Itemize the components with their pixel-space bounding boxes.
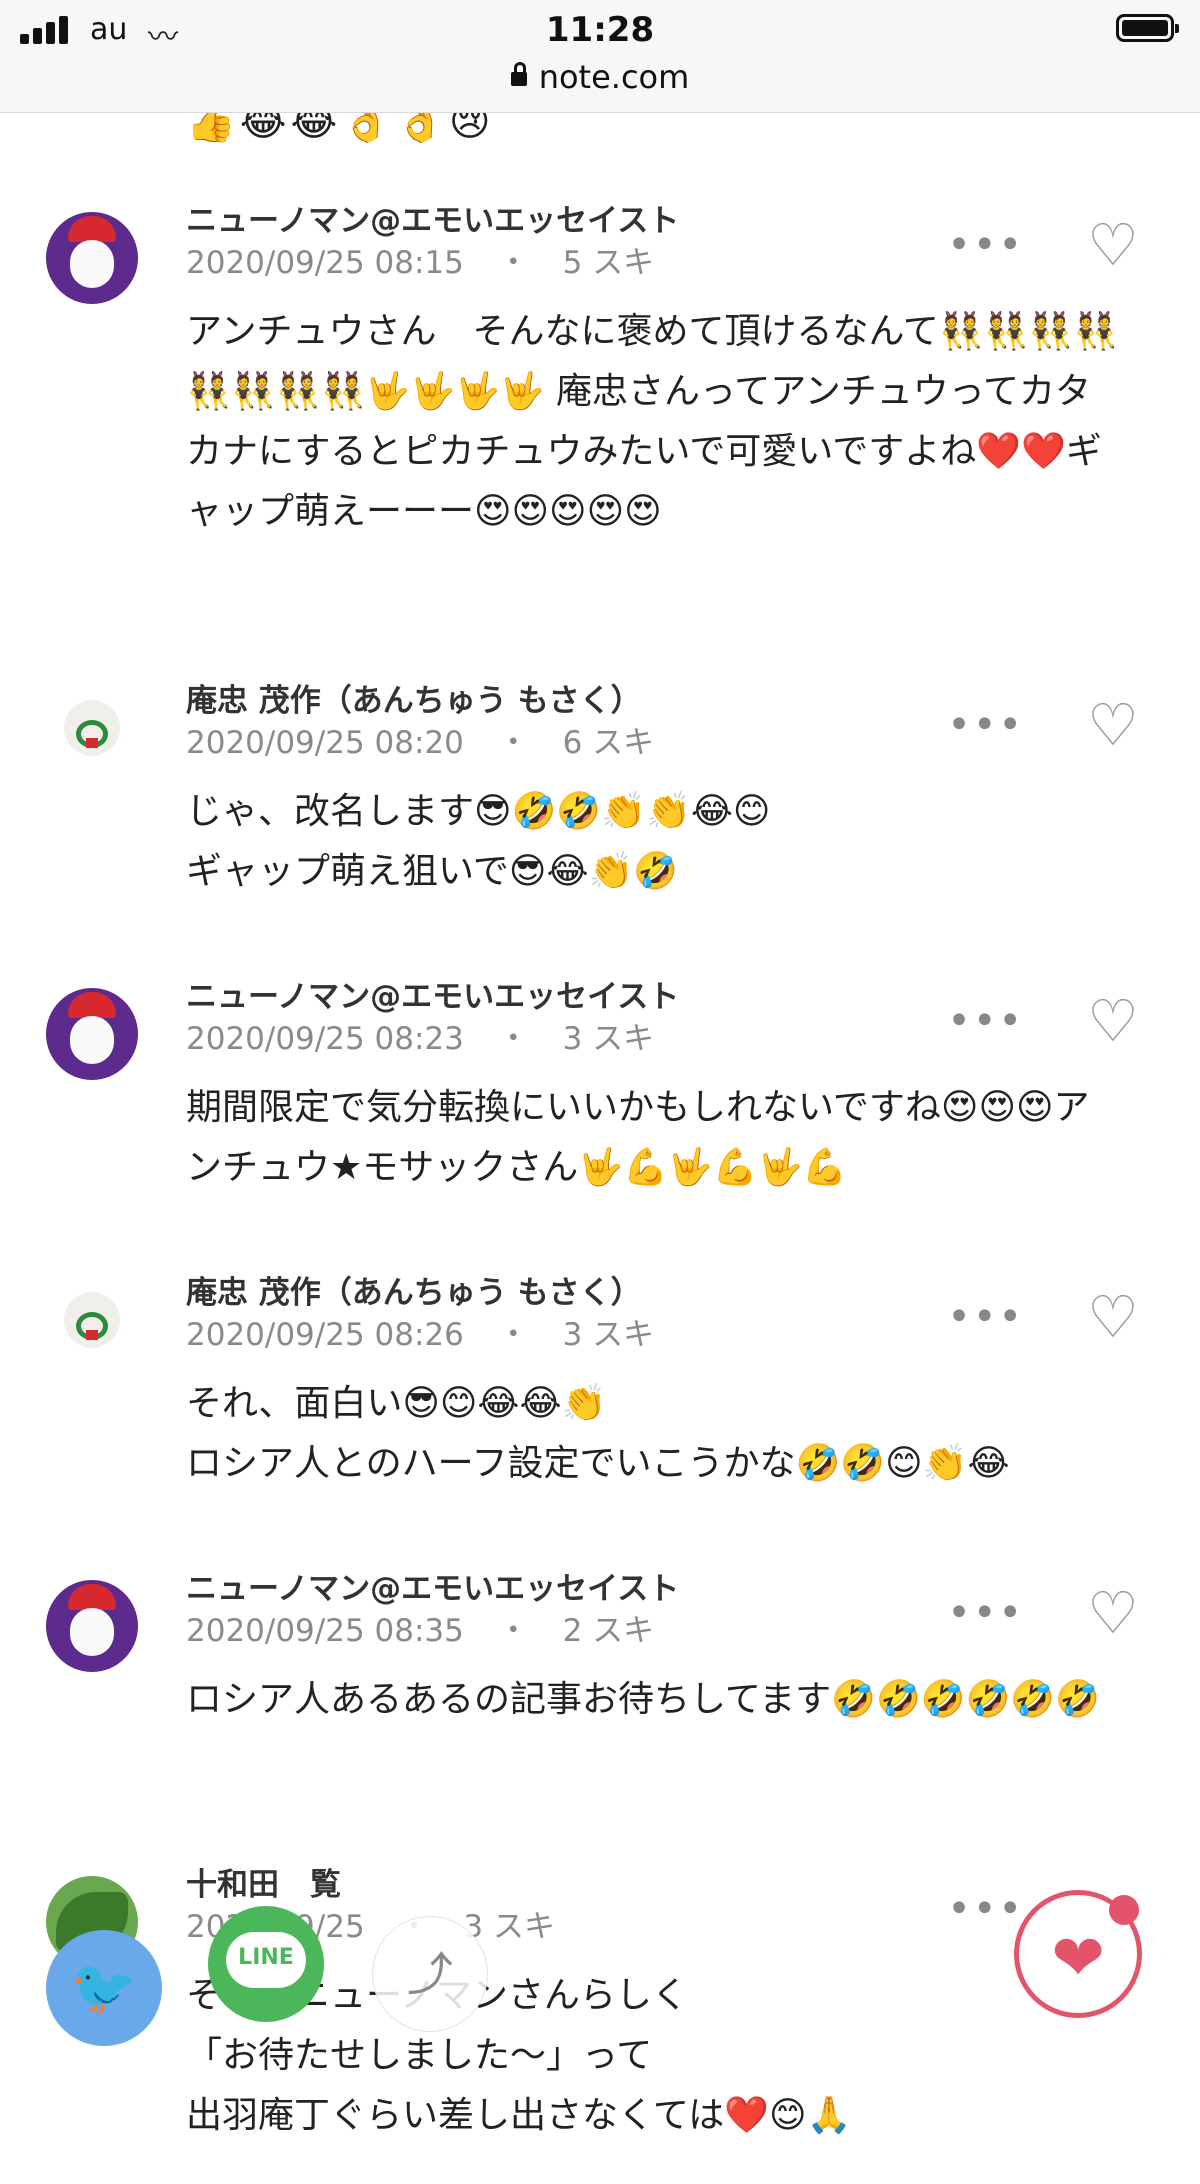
lock-icon: [510, 62, 527, 86]
like-badge: [1109, 1895, 1139, 1925]
share-button[interactable]: ⤴: [372, 1916, 488, 2032]
heart-icon[interactable]: ♡: [1078, 986, 1148, 1056]
comment-list: ニューノマン@エモいエッセイスト 2020/09/25 08:15 ・ 5 スキ…: [0, 200, 1200, 2184]
like-count: 5 スキ: [562, 245, 655, 281]
more-options-icon[interactable]: •••: [947, 1590, 1024, 1636]
browser-top-bar: au 〰 11:28 note.com: [0, 0, 1200, 113]
twitter-icon: 🐦: [70, 1956, 138, 2019]
heart-icon[interactable]: ♡: [1078, 690, 1148, 760]
comment-body: 期間限定で気分転換にいいかもしれないですね😍😍😍アンチュウ★モサックさん🤟💪🤟💪…: [186, 1087, 1090, 1188]
comment-date: 2020/09/25 08:35: [186, 1613, 464, 1649]
comment-body-line: それ、面白い😎😊😂😂👏: [186, 1383, 607, 1424]
more-options-icon[interactable]: •••: [947, 702, 1024, 748]
twitter-share-button[interactable]: 🐦: [46, 1930, 162, 2046]
comment-body: アンチュウさん そんなに褒めて頂けるなんて👯👯👯👯👯👯👯👯🤟🤟🤟🤟 庵忠さんって…: [186, 311, 1119, 532]
comment-body-line: じゃ、改名します😎🤣🤣👏👏😂😊: [186, 791, 771, 832]
avatar[interactable]: [64, 1292, 120, 1348]
comment-item: 十和田 覧 2020/09/25 ・ 3 スキ ••• それはニューノマンさんら…: [0, 1864, 1200, 2184]
address-bar[interactable]: note.com: [0, 58, 1200, 96]
comment-body-line: ギャップ萌え狙いで😎😂👏🤣: [186, 851, 679, 892]
url-text: note.com: [538, 58, 690, 96]
comment-date: 2020/09/25 08:26: [186, 1317, 464, 1353]
battery-icon: [1116, 14, 1179, 42]
like-count: 2 スキ: [562, 1613, 655, 1649]
comment-body-line: 出羽庵丁ぐらい差し出さなくては❤️😊🙏: [186, 2095, 852, 2136]
heart-icon[interactable]: ♡: [1078, 1578, 1148, 1648]
meta-separator: ・: [497, 725, 529, 761]
more-options-icon[interactable]: •••: [947, 1886, 1024, 1932]
comment-body: それ、面白い😎😊😂😂👏 ロシア人とのハーフ設定でいこうかな🤣🤣😊👏😂: [186, 1374, 1120, 1494]
share-icon: ⤴: [407, 1947, 453, 2001]
comment-body-line: ロシア人とのハーフ設定でいこうかな🤣🤣😊👏😂: [186, 1443, 1010, 1484]
avatar[interactable]: [46, 212, 138, 304]
more-options-icon[interactable]: •••: [947, 1294, 1024, 1340]
line-share-button[interactable]: LINE: [208, 1906, 324, 2022]
more-options-icon[interactable]: •••: [947, 998, 1024, 1044]
comment-body: それはニューノマンさんらしく 「お待たせしました〜」って 出羽庵丁ぐらい差し出さ…: [186, 1966, 1120, 2146]
comment-body: ロシア人あるあるの記事お待ちしてます🤣🤣🤣🤣🤣🤣: [186, 1679, 1101, 1720]
like-button[interactable]: ❤: [1014, 1890, 1142, 2018]
heart-filled-icon: ❤: [1051, 1922, 1105, 1996]
comment-item: ニューノマン@エモいエッセイスト 2020/09/25 08:35 ・ 2 スキ…: [0, 1568, 1200, 1864]
comment-date: 2020/09/25 08:15: [186, 245, 464, 281]
like-count: 3 スキ: [562, 1317, 655, 1353]
avatar[interactable]: [46, 988, 138, 1080]
avatar[interactable]: [46, 1580, 138, 1672]
comment-date: 2020/09/25 08:20: [186, 725, 464, 761]
avatar[interactable]: [64, 700, 120, 756]
meta-separator: ・: [497, 1613, 529, 1649]
comment-date: 2020/09/25 08:23: [186, 1021, 464, 1057]
more-options-icon[interactable]: •••: [947, 222, 1024, 268]
comment-item: ニューノマン@エモいエッセイスト 2020/09/25 08:23 ・ 3 スキ…: [0, 976, 1200, 1272]
meta-separator: ・: [497, 1317, 529, 1353]
comment-body-line: 「お待たせしました〜」って: [186, 2035, 653, 2076]
like-count: 6 スキ: [562, 725, 655, 761]
clock: 11:28: [545, 10, 655, 50]
meta-separator: ・: [497, 1021, 529, 1057]
heart-icon[interactable]: ♡: [1078, 210, 1148, 280]
heart-icon[interactable]: ♡: [1078, 1282, 1148, 1352]
comment-body: じゃ、改名します😎🤣🤣👏👏😂😊 ギャップ萌え狙いで😎😂👏🤣: [186, 782, 1120, 902]
meta-separator: ・: [497, 245, 529, 281]
comment-body-line: それはニューノマンさんらしく: [186, 1966, 1120, 2026]
like-count: 3 スキ: [562, 1021, 655, 1057]
comment-item: ニューノマン@エモいエッセイスト 2020/09/25 08:15 ・ 5 スキ…: [0, 200, 1200, 680]
line-icon-label: LINE: [238, 1945, 294, 1970]
comment-item: 庵忠 茂作（あんちゅう もさく） 2020/09/25 08:20 ・ 6 スキ…: [0, 680, 1200, 976]
comment-item: 庵忠 茂作（あんちゅう もさく） 2020/09/25 08:26 ・ 3 スキ…: [0, 1272, 1200, 1568]
